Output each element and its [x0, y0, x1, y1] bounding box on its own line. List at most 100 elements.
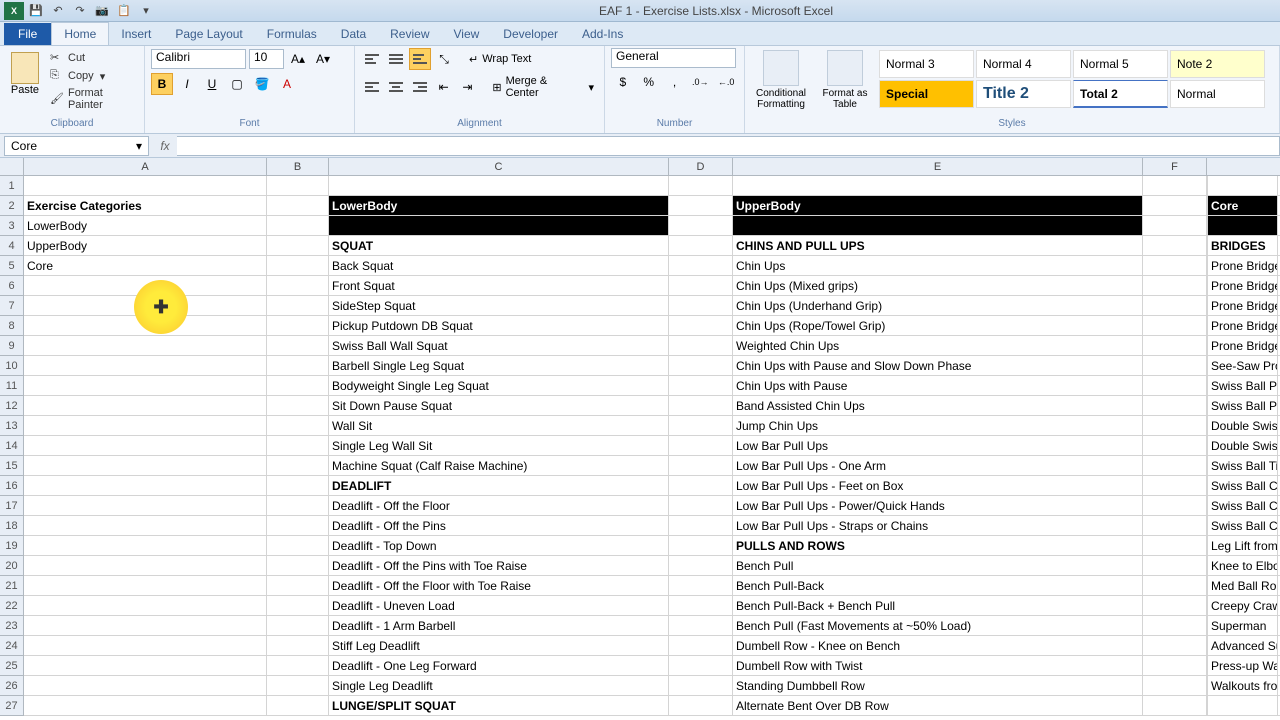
- cell[interactable]: Alternate Bent Over DB Row: [733, 696, 1143, 715]
- cell[interactable]: Stiff Leg Deadlift: [329, 636, 669, 655]
- font-size-select[interactable]: 10: [249, 49, 284, 69]
- decrease-decimal-button[interactable]: ←.0: [714, 71, 738, 93]
- column-header-C[interactable]: C: [329, 158, 669, 175]
- cell[interactable]: Deadlift - Off the Pins with Toe Raise: [329, 556, 669, 575]
- cell[interactable]: Deadlift - Off the Floor: [329, 496, 669, 515]
- cell[interactable]: Deadlift - One Leg Forward: [329, 656, 669, 675]
- cell[interactable]: SideStep Squat: [329, 296, 669, 315]
- cell[interactable]: [267, 416, 329, 435]
- align-top-button[interactable]: [361, 48, 383, 70]
- cell[interactable]: [267, 476, 329, 495]
- cell[interactable]: [267, 356, 329, 375]
- cell[interactable]: [267, 696, 329, 715]
- style-total2[interactable]: Total 2: [1073, 80, 1168, 108]
- bold-button[interactable]: B: [151, 73, 173, 95]
- row-header-6[interactable]: 6: [0, 276, 24, 296]
- percent-button[interactable]: %: [637, 71, 661, 93]
- font-color-button[interactable]: A: [276, 73, 298, 95]
- cell[interactable]: [267, 316, 329, 335]
- cell[interactable]: [669, 516, 733, 535]
- qat-dropdown-icon[interactable]: ▾: [136, 2, 156, 20]
- cell[interactable]: Double Swiss: [1207, 416, 1278, 435]
- cell[interactable]: Front Squat: [329, 276, 669, 295]
- cell[interactable]: LUNGE/SPLIT SQUAT: [329, 696, 669, 715]
- cell[interactable]: [1143, 336, 1207, 355]
- cell[interactable]: Jump Chin Ups: [733, 416, 1143, 435]
- cell[interactable]: [267, 196, 329, 215]
- cut-button[interactable]: ✂Cut: [48, 50, 138, 66]
- cell[interactable]: [733, 176, 1143, 195]
- cell[interactable]: [24, 176, 267, 195]
- cell[interactable]: [1207, 696, 1278, 715]
- align-middle-button[interactable]: [385, 48, 407, 70]
- cell[interactable]: Knee to Elbo: [1207, 556, 1278, 575]
- cell[interactable]: [24, 496, 267, 515]
- cell[interactable]: Prone Bridge: [1207, 316, 1278, 335]
- cell[interactable]: [669, 336, 733, 355]
- cell[interactable]: [1143, 476, 1207, 495]
- cell[interactable]: Band Assisted Chin Ups: [733, 396, 1143, 415]
- style-note2[interactable]: Note 2: [1170, 50, 1265, 78]
- cell[interactable]: [669, 556, 733, 575]
- cell[interactable]: [267, 676, 329, 695]
- cell[interactable]: Creepy Craw: [1207, 596, 1278, 615]
- tab-view[interactable]: View: [442, 23, 492, 45]
- cell[interactable]: Sit Down Pause Squat: [329, 396, 669, 415]
- row-header-22[interactable]: 22: [0, 596, 24, 616]
- cell[interactable]: Deadlift - Off the Pins: [329, 516, 669, 535]
- cell[interactable]: See-Saw Pror: [1207, 356, 1278, 375]
- cell[interactable]: BRIDGES: [1207, 236, 1278, 255]
- cell[interactable]: [669, 496, 733, 515]
- cell[interactable]: [1143, 676, 1207, 695]
- tab-review[interactable]: Review: [378, 23, 441, 45]
- cell[interactable]: [1143, 436, 1207, 455]
- cell[interactable]: [267, 336, 329, 355]
- cell[interactable]: [267, 176, 329, 195]
- row-header-21[interactable]: 21: [0, 576, 24, 596]
- cell[interactable]: [733, 216, 1143, 235]
- row-header-15[interactable]: 15: [0, 456, 24, 476]
- cells-area[interactable]: Exercise CategoriesLowerBodyUpperBodyCor…: [24, 176, 1280, 716]
- cell[interactable]: [1143, 616, 1207, 635]
- row-header-24[interactable]: 24: [0, 636, 24, 656]
- cell[interactable]: [1143, 576, 1207, 595]
- cell[interactable]: [669, 176, 733, 195]
- row-header-23[interactable]: 23: [0, 616, 24, 636]
- cell[interactable]: Press-up Wa: [1207, 656, 1278, 675]
- row-header-17[interactable]: 17: [0, 496, 24, 516]
- cell[interactable]: [669, 256, 733, 275]
- cell[interactable]: Single Leg Deadlift: [329, 676, 669, 695]
- merge-center-button[interactable]: ⊞Merge & Center▾: [488, 73, 598, 101]
- cell[interactable]: Chin Ups (Underhand Grip): [733, 296, 1143, 315]
- orientation-button[interactable]: ⤡: [433, 48, 455, 70]
- cell[interactable]: [1143, 396, 1207, 415]
- row-header-8[interactable]: 8: [0, 316, 24, 336]
- style-normal[interactable]: Normal: [1170, 80, 1265, 108]
- redo-icon[interactable]: ↷: [70, 2, 90, 20]
- cell[interactable]: Chin Ups: [733, 256, 1143, 275]
- column-header-B[interactable]: B: [267, 158, 329, 175]
- cell[interactable]: Chin Ups (Rope/Towel Grip): [733, 316, 1143, 335]
- cell[interactable]: UpperBody: [24, 236, 267, 255]
- cell[interactable]: Weighted Chin Ups: [733, 336, 1143, 355]
- cell[interactable]: Machine Squat (Calf Raise Machine): [329, 456, 669, 475]
- column-header-D[interactable]: D: [669, 158, 733, 175]
- cell[interactable]: Prone Bridge: [1207, 336, 1278, 355]
- cell[interactable]: [1207, 176, 1278, 195]
- cell[interactable]: Chin Ups (Mixed grips): [733, 276, 1143, 295]
- cell[interactable]: CHINS AND PULL UPS: [733, 236, 1143, 255]
- cell[interactable]: UpperBody: [733, 196, 1143, 215]
- cell[interactable]: [1143, 296, 1207, 315]
- cell[interactable]: [267, 436, 329, 455]
- cell[interactable]: [1143, 636, 1207, 655]
- row-header-19[interactable]: 19: [0, 536, 24, 556]
- cell[interactable]: [24, 676, 267, 695]
- copy-button[interactable]: ⎘Copy▾: [48, 68, 138, 84]
- paste-icon[interactable]: 📋: [114, 2, 134, 20]
- save-icon[interactable]: 💾: [26, 2, 46, 20]
- cell[interactable]: Bench Pull-Back + Bench Pull: [733, 596, 1143, 615]
- cell[interactable]: [329, 176, 669, 195]
- cell[interactable]: [267, 296, 329, 315]
- cell[interactable]: [1143, 356, 1207, 375]
- cell[interactable]: Back Squat: [329, 256, 669, 275]
